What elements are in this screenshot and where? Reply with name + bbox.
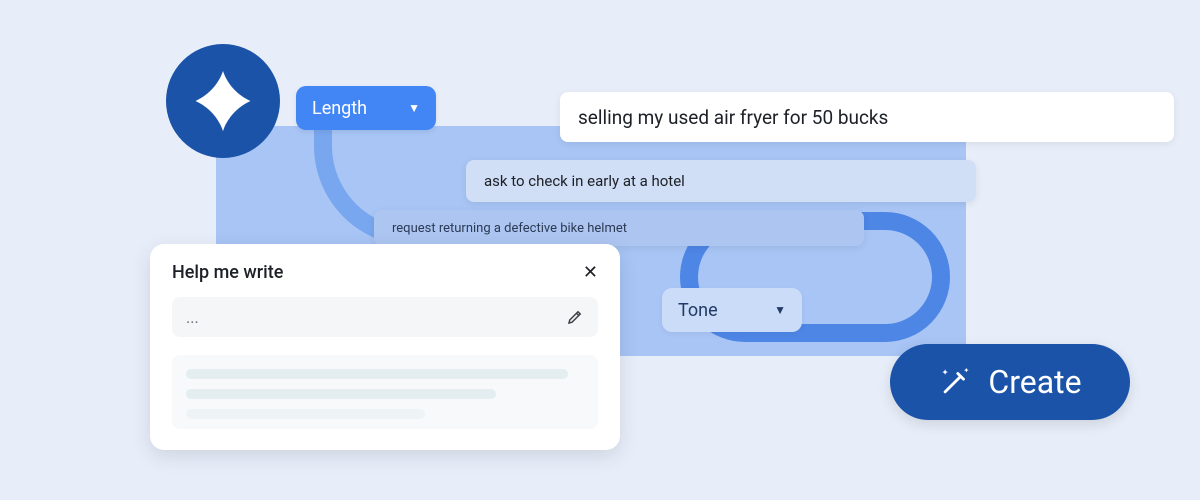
prompt-input[interactable]: ... — [172, 297, 598, 337]
pencil-icon[interactable] — [566, 308, 584, 326]
prompt-input-value: ... — [186, 308, 199, 327]
length-label: Length — [312, 98, 367, 119]
create-button[interactable]: Create — [890, 344, 1130, 420]
chevron-down-icon: ▼ — [408, 101, 420, 115]
wand-sparkle-icon — [938, 365, 972, 399]
prompt-chip-primary[interactable]: selling my used air fryer for 50 bucks — [560, 92, 1174, 142]
help-me-write-card: Help me write ✕ ... — [150, 244, 620, 450]
prompt-text: selling my used air fryer for 50 bucks — [578, 106, 888, 129]
close-icon[interactable]: ✕ — [583, 264, 598, 282]
skeleton-line — [186, 409, 425, 419]
card-title: Help me write — [172, 262, 283, 283]
output-placeholder — [172, 355, 598, 429]
prompt-text: ask to check in early at a hotel — [484, 172, 685, 190]
canvas: Length ▼ selling my used air fryer for 5… — [0, 0, 1200, 500]
sparkle-icon — [190, 68, 256, 134]
tone-dropdown[interactable]: Tone ▼ — [662, 288, 802, 332]
sparkle-badge — [166, 44, 280, 158]
prompt-chip-tertiary[interactable]: request returning a defective bike helme… — [374, 210, 864, 246]
skeleton-line — [186, 369, 568, 379]
prompt-chip-secondary[interactable]: ask to check in early at a hotel — [466, 160, 976, 202]
create-label: Create — [988, 363, 1081, 401]
skeleton-line — [186, 389, 496, 399]
prompt-text: request returning a defective bike helme… — [392, 221, 627, 236]
tone-label: Tone — [678, 300, 718, 321]
chevron-down-icon: ▼ — [774, 303, 786, 317]
length-dropdown[interactable]: Length ▼ — [296, 86, 436, 130]
